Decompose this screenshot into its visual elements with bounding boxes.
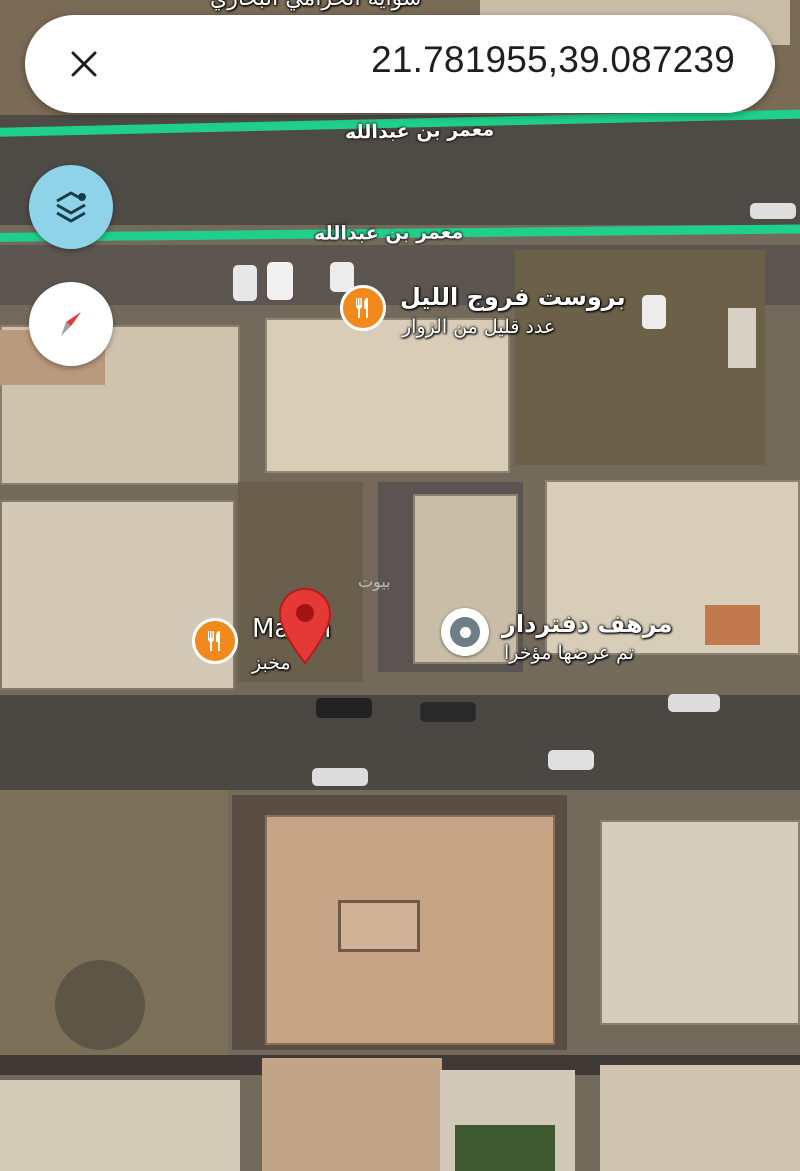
car: [420, 702, 476, 722]
building-side: [728, 308, 756, 368]
restaurant-name: بروست فروج الليل: [400, 283, 626, 311]
coordinates-text[interactable]: 21.781955,39.087239: [371, 39, 735, 81]
compass-button[interactable]: [29, 282, 113, 366]
building: [262, 1058, 442, 1171]
satellite-map[interactable]: شوايه الحرامي البخاري معمر بن عبدالله مع…: [0, 0, 800, 1171]
compass-icon: [61, 312, 81, 336]
close-icon: [71, 51, 97, 77]
layers-button[interactable]: [29, 165, 113, 249]
dot-icon: [450, 617, 480, 647]
car: [642, 295, 666, 329]
street-label-upper: معمر بن عبدالله: [344, 118, 495, 144]
shop-name: مرهف دفتردار: [502, 610, 673, 638]
fork-knife-icon: [356, 298, 368, 318]
car: [548, 750, 594, 770]
building: [0, 500, 235, 690]
shop-marker[interactable]: [441, 608, 489, 656]
layers-icon: [56, 191, 86, 223]
location-pin-icon[interactable]: [277, 587, 333, 665]
watermark: بيوت: [358, 572, 391, 591]
coordinate-search-bar[interactable]: 21.781955,39.087239: [25, 15, 775, 113]
restaurant-marker[interactable]: [340, 285, 386, 331]
shop-subtitle: تم عرضها مؤخرا: [504, 642, 635, 664]
street-label-lower: معمر بن عبدالله: [313, 221, 464, 245]
building: [0, 1080, 240, 1171]
tree-shadow: [55, 960, 145, 1050]
close-button[interactable]: [63, 43, 105, 85]
car: [233, 265, 257, 301]
car: [316, 698, 372, 718]
building: [265, 318, 510, 473]
top-partial-label: شوايه الحرامي البخاري: [210, 0, 421, 11]
restaurant-subtitle: عدد قليل من الزوار: [402, 316, 556, 338]
car: [750, 203, 796, 219]
car: [267, 262, 293, 300]
garden: [455, 1125, 555, 1171]
building: [600, 1065, 800, 1171]
building-roof: [338, 900, 420, 952]
fork-knife-icon: [208, 631, 220, 651]
car: [668, 694, 720, 712]
car: [312, 768, 368, 786]
building-roof: [705, 605, 760, 645]
building: [600, 820, 800, 1025]
bakery-marker[interactable]: [192, 618, 238, 664]
